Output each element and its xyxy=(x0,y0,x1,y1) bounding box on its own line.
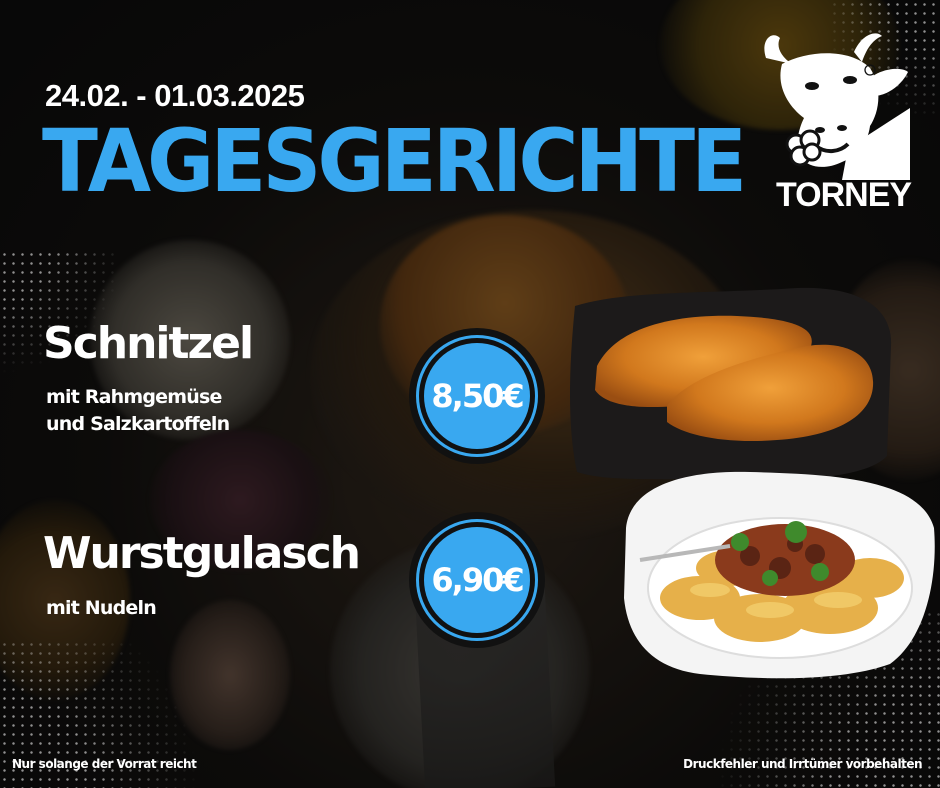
price-badge-wurstgulasch: 6,90€ xyxy=(409,512,545,648)
dish-name-schnitzel: Schnitzel xyxy=(43,318,254,369)
price-value: 6,90€ xyxy=(424,527,530,633)
price-badge-schnitzel: 8,50€ xyxy=(409,328,545,464)
dish-description-line: und Salzkartoffeln xyxy=(46,413,230,435)
dish-description-line: mit Rahmgemüse xyxy=(46,386,222,408)
date-range: 24.02. - 01.03.2025 xyxy=(45,78,305,113)
price-value: 8,50€ xyxy=(424,343,530,449)
dish-name-wurstgulasch: Wurstgulasch xyxy=(43,528,361,579)
price-badge-ring: 8,50€ xyxy=(416,335,538,457)
schnitzel-photo xyxy=(570,287,892,481)
brand-name: TORNEY xyxy=(776,176,912,214)
menu-flyer: 24.02. - 01.03.2025 TAGESGERICHTE TORNEY… xyxy=(0,0,940,788)
dish-description-schnitzel: mit Rahmgemüse und Salzkartoffeln xyxy=(46,384,230,438)
dish-description-wurstgulasch: mit Nudeln xyxy=(46,597,157,619)
goulash-pasta-photo xyxy=(624,471,935,679)
footer-note-disclaimer: Druckfehler und Irrtümer vorbehalten xyxy=(683,757,922,771)
page-title: TAGESGERICHTE xyxy=(42,112,747,212)
price-badge-ring: 6,90€ xyxy=(416,519,538,641)
footer-note-stock: Nur solange der Vorrat reicht xyxy=(12,757,197,771)
